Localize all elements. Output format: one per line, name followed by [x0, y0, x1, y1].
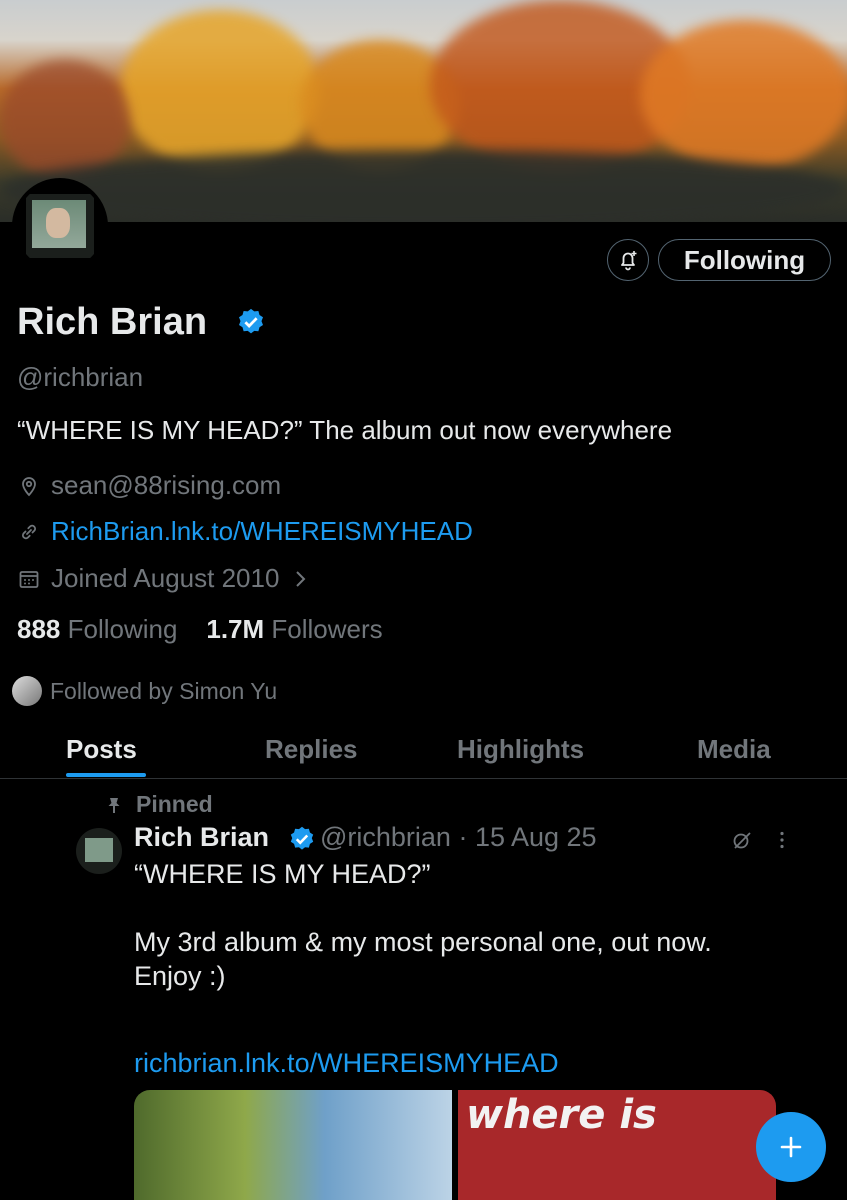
website-link[interactable]: RichBrian.lnk.to/WHEREISMYHEAD	[51, 516, 473, 547]
profile-handle: @richbrian	[17, 362, 144, 392]
pinned-label: Pinned	[136, 791, 213, 817]
post-verified-badge-icon	[290, 826, 314, 850]
post-author-avatar[interactable]	[76, 828, 122, 874]
following-label: Following	[67, 614, 178, 644]
post-image-1[interactable]	[134, 1090, 452, 1200]
post-link[interactable]: richbrian.lnk.to/WHEREISMYHEAD	[134, 1048, 559, 1079]
joined-row[interactable]: Joined August 2010	[17, 563, 321, 594]
followers-count: 1.7M	[206, 614, 265, 644]
followed-by-text: Followed by Simon Yu	[50, 677, 278, 704]
profile-tabs: Posts Replies Highlights Media	[0, 730, 847, 779]
post-handle-date: @richbrian · 15 Aug 25	[320, 822, 597, 852]
tab-media[interactable]: Media	[697, 734, 771, 765]
notification-bell-button[interactable]	[607, 239, 649, 281]
grok-icon[interactable]	[730, 828, 754, 852]
website-row[interactable]: RichBrian.lnk.to/WHEREISMYHEAD	[17, 516, 473, 547]
profile-avatar[interactable]	[12, 178, 108, 274]
followers-label: Followers	[271, 614, 383, 644]
following-button[interactable]: Following	[658, 239, 831, 281]
pinned-indicator: Pinned	[104, 791, 213, 818]
post-text-line-2: My 3rd album & my most personal one, out…	[134, 927, 712, 991]
profile-banner[interactable]	[0, 0, 847, 222]
followed-by-row[interactable]: Followed by Simon Yu	[12, 676, 277, 706]
verified-badge-icon	[239, 308, 263, 334]
active-tab-indicator	[66, 773, 146, 777]
location-text: sean@88rising.com	[51, 470, 282, 500]
followers-stat[interactable]: 1.7M Followers	[206, 614, 382, 644]
post-author-name[interactable]: Rich Brian	[134, 822, 269, 853]
following-stat[interactable]: 888 Following	[17, 614, 177, 644]
notification-bell-icon	[621, 251, 637, 271]
more-options-icon[interactable]	[770, 828, 794, 852]
post-image-2[interactable]: where is	[458, 1090, 776, 1200]
plus-icon	[780, 1136, 802, 1158]
tab-posts[interactable]: Posts	[66, 734, 137, 765]
album-cover-text: where is	[466, 1092, 657, 1138]
follower-avatar	[12, 676, 42, 706]
chevron-right-icon	[296, 570, 306, 587]
location-row: sean@88rising.com	[17, 470, 281, 501]
tab-replies[interactable]: Replies	[265, 734, 358, 765]
following-count: 888	[17, 614, 61, 644]
profile-bio: “WHERE IS MY HEAD?” The album out now ev…	[17, 415, 673, 445]
link-icon	[22, 524, 36, 539]
post-text-line-1: “WHERE IS MY HEAD?”	[134, 859, 431, 889]
profile-name: Rich Brian	[17, 301, 208, 343]
tab-highlights[interactable]: Highlights	[457, 734, 584, 765]
location-pin-icon	[22, 476, 36, 496]
joined-text: Joined August 2010	[51, 563, 280, 593]
pin-icon	[108, 797, 120, 813]
post-text: “WHERE IS MY HEAD?” My 3rd album & my mo…	[134, 857, 774, 993]
follow-stats: 888 Following 1.7M Followers	[17, 614, 383, 645]
compose-post-button[interactable]	[756, 1112, 826, 1182]
calendar-icon	[19, 570, 39, 588]
